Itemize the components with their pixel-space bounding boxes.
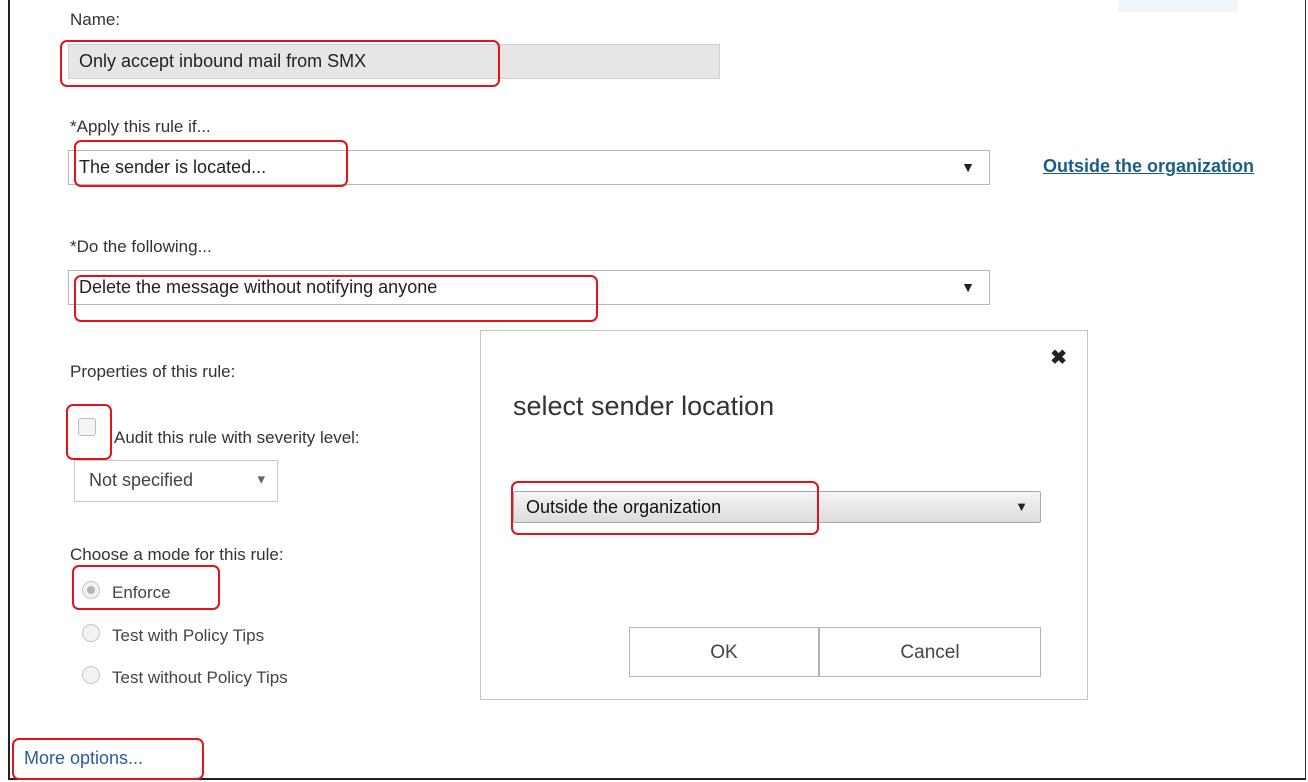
action-select[interactable]: Delete the message without notifying any… (68, 270, 990, 305)
radio-test-with-tips[interactable] (82, 624, 100, 642)
severity-select[interactable]: Not specified ▾ (74, 460, 278, 502)
audit-label: Audit this rule with severity level: (114, 428, 360, 447)
sender-location-link[interactable]: Outside the organization (1043, 156, 1254, 177)
select-sender-location-dialog: ✖ select sender location Outside the org… (480, 330, 1088, 700)
dialog-title: select sender location (513, 391, 775, 421)
dropdown-arrow-icon: ▼ (1015, 499, 1028, 514)
cancel-button[interactable]: Cancel (819, 627, 1041, 677)
sender-location-value: Outside the organization (526, 497, 722, 517)
apply-rule-value: The sender is located... (79, 157, 267, 177)
name-field[interactable]: Only accept inbound mail from SMX (68, 44, 720, 79)
radio-enforce-label[interactable]: Enforce (112, 583, 171, 603)
action-value: Delete the message without notifying any… (79, 277, 438, 297)
apply-rule-select[interactable]: The sender is located... ▼ (68, 150, 990, 185)
more-options-link[interactable]: More options... (24, 748, 143, 769)
apply-rule-label: *Apply this rule if... (70, 117, 211, 136)
radio-test-without-tips-label[interactable]: Test without Policy Tips (112, 668, 288, 688)
radio-selected-dot (87, 586, 95, 594)
severity-value: Not specified (89, 470, 194, 490)
audit-checkbox[interactable] (78, 418, 96, 436)
sender-location-select[interactable]: Outside the organization ▼ (513, 491, 1041, 523)
ok-button[interactable]: OK (629, 627, 819, 677)
top-edge-fragment (1118, 0, 1238, 12)
dropdown-arrow-icon: ▼ (961, 159, 975, 175)
radio-test-without-tips[interactable] (82, 666, 100, 684)
radio-test-with-tips-label[interactable]: Test with Policy Tips (112, 626, 264, 646)
mode-label: Choose a mode for this rule: (70, 545, 284, 564)
chevron-down-icon: ▾ (257, 471, 265, 488)
dropdown-arrow-icon: ▼ (961, 279, 975, 295)
name-label: Name: (70, 10, 121, 29)
do-following-label: *Do the following... (70, 237, 212, 256)
properties-label: Properties of this rule: (70, 362, 236, 381)
radio-enforce[interactable] (82, 581, 100, 599)
close-icon[interactable]: ✖ (1050, 345, 1067, 370)
